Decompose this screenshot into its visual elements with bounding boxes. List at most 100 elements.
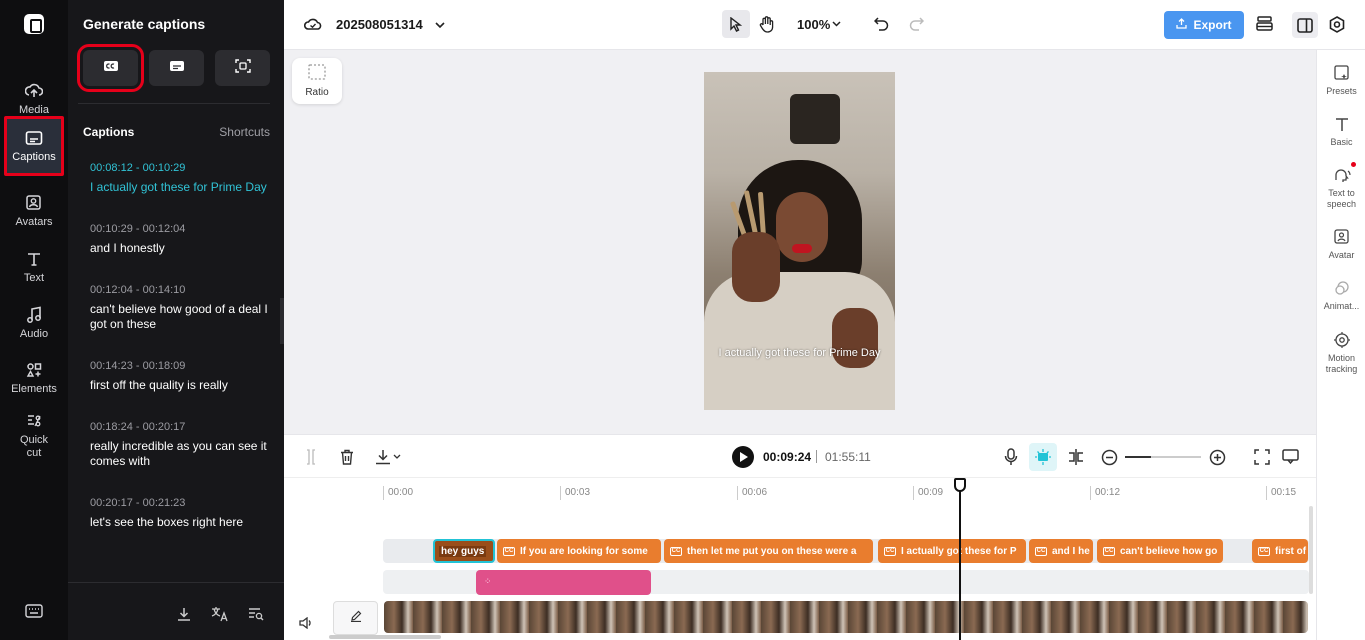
rail-item-audio[interactable]: Audio xyxy=(4,296,64,350)
rp-item-text-to-speech[interactable]: Text to speech xyxy=(1317,162,1365,210)
ruler-label: 00:03 xyxy=(560,486,590,500)
caption-text[interactable]: and I honestly xyxy=(90,241,270,256)
rp-item-animation[interactable]: Animat... xyxy=(1317,278,1365,312)
caption-time: 00:10:29 - 00:12:04 xyxy=(90,223,186,235)
caption-clip[interactable]: CC and I he xyxy=(1029,539,1093,563)
volume-icon[interactable] xyxy=(299,616,313,634)
select-tool-button[interactable] xyxy=(722,10,750,38)
zoom-in-icon[interactable] xyxy=(1208,448,1226,466)
auto-captions-button[interactable] xyxy=(77,44,144,92)
avatar-icon xyxy=(25,194,43,212)
caption-clip[interactable]: CC can't believe how go xyxy=(1097,539,1223,563)
rail-item-elements[interactable]: Elements xyxy=(4,351,64,405)
caption-clip[interactable]: CC If you are looking for some xyxy=(497,539,661,563)
fullscreen-icon[interactable] xyxy=(1253,448,1271,466)
zoom-chevron-icon[interactable] xyxy=(831,20,841,28)
panel-divider xyxy=(78,103,270,104)
keyboard-icon[interactable] xyxy=(25,604,43,618)
rail-item-quick-cut[interactable]: Quick cut xyxy=(4,408,64,464)
rp-item-motion-tracking[interactable]: Motion tracking xyxy=(1317,330,1365,375)
video-subtitle[interactable]: I actually got these for Prime Day xyxy=(714,348,885,359)
caption-item[interactable]: 00:10:29 - 00:12:04 and I honestly xyxy=(90,223,270,256)
download-menu-icon[interactable] xyxy=(374,448,402,465)
ratio-button[interactable]: Ratio xyxy=(292,58,342,104)
caption-item[interactable]: 00:20:17 - 00:21:23 let's see the boxes … xyxy=(90,497,270,530)
rail-label-media: Media xyxy=(19,103,49,116)
caption-item[interactable]: 00:14:23 - 00:18:09 first off the qualit… xyxy=(90,360,270,393)
rp-item-avatar[interactable]: Avatar xyxy=(1317,227,1365,261)
tab-captions[interactable]: Captions xyxy=(83,125,134,139)
rail-item-text[interactable]: Text xyxy=(4,240,64,294)
split-icon[interactable] xyxy=(303,449,319,465)
redo-icon[interactable] xyxy=(908,16,924,32)
right-panel: Presets Basic Text to speech Avatar Anim… xyxy=(1316,50,1365,640)
app-root: Media Captions Avatars Text Audio Elemen… xyxy=(0,0,1365,640)
caption-clip-label: and I he xyxy=(1052,545,1090,557)
play-button[interactable] xyxy=(732,446,754,468)
elements-icon xyxy=(25,361,43,379)
cloud-icon[interactable] xyxy=(304,16,322,32)
export-button[interactable]: Export xyxy=(1164,11,1244,39)
time-separator xyxy=(816,450,817,463)
zoom-out-icon[interactable] xyxy=(1100,448,1118,466)
effect-clip[interactable]: ⁘ xyxy=(476,570,651,595)
comment-icon[interactable] xyxy=(1281,448,1299,466)
ruler-label: 00:00 xyxy=(383,486,413,500)
playhead-handle[interactable] xyxy=(954,478,966,492)
music-note-icon xyxy=(25,306,43,324)
caption-text[interactable]: can't believe how good of a deal I got o… xyxy=(90,302,270,332)
caption-item[interactable]: 00:12:04 - 00:14:10 can't believe how go… xyxy=(90,284,270,332)
rail-item-captions[interactable]: Captions xyxy=(4,116,64,176)
delete-icon[interactable] xyxy=(339,448,355,465)
rp-item-presets[interactable]: Presets xyxy=(1317,63,1365,97)
timeline-horizontal-scrollbar[interactable] xyxy=(329,635,441,639)
caption-item[interactable]: 00:18:24 - 00:20:17 really incredible as… xyxy=(90,421,270,469)
caption-clip[interactable]: hey guys xyxy=(433,539,495,563)
zoom-slider[interactable] xyxy=(1125,456,1201,458)
video-preview[interactable]: I actually got these for Prime Day xyxy=(704,72,895,410)
timeline[interactable]: 00:00 00:03 00:06 00:09 00:12 00:15 hey … xyxy=(284,478,1316,640)
magnet-snap-icon xyxy=(1034,448,1052,466)
caption-text[interactable]: first off the quality is really xyxy=(90,378,270,393)
caption-clip[interactable]: CC first of xyxy=(1252,539,1308,563)
video-track-clip[interactable] xyxy=(384,601,1308,633)
cc-icon: CC xyxy=(884,546,896,556)
cc-icon xyxy=(103,59,119,77)
caption-time: 00:14:23 - 00:18:09 xyxy=(90,360,186,372)
hand-icon[interactable] xyxy=(758,15,776,33)
playhead[interactable] xyxy=(959,478,961,640)
text-basic-icon xyxy=(1332,114,1352,134)
tab-shortcuts[interactable]: Shortcuts xyxy=(219,125,270,139)
layout-toggle-icon[interactable] xyxy=(1292,12,1318,38)
project-name[interactable]: 202508051314 xyxy=(336,17,423,32)
zoom-level[interactable]: 100% xyxy=(797,17,830,32)
undo-icon[interactable] xyxy=(873,16,889,32)
snap-toggle[interactable] xyxy=(1029,443,1057,471)
video-frame-hand xyxy=(732,232,780,302)
split-screen-icon[interactable] xyxy=(1067,448,1085,466)
caption-item[interactable]: 00:08:12 - 00:10:29 I actually got these… xyxy=(90,162,270,195)
total-duration: 01:55:11 xyxy=(825,450,871,464)
app-logo[interactable] xyxy=(24,14,44,34)
scan-captions-button[interactable] xyxy=(215,50,270,86)
translate-icon[interactable] xyxy=(211,605,229,623)
rp-item-basic[interactable]: Basic xyxy=(1317,114,1365,148)
chevron-down-icon[interactable] xyxy=(434,19,446,31)
search-list-icon[interactable] xyxy=(247,605,265,623)
caption-clip[interactable]: CC I actually got these for P xyxy=(878,539,1026,563)
timeline-toolbar: 00:09:24 01:55:11 xyxy=(284,434,1316,478)
rail-item-avatars[interactable]: Avatars xyxy=(4,184,64,238)
settings-icon[interactable] xyxy=(1328,15,1346,33)
timeline-vertical-scrollbar[interactable] xyxy=(1309,506,1313,594)
ruler-label: 00:06 xyxy=(737,486,767,500)
subtitle-file-button[interactable] xyxy=(149,50,204,86)
microphone-icon[interactable] xyxy=(1002,447,1020,467)
download-icon[interactable] xyxy=(175,605,193,623)
caption-text[interactable]: I actually got these for Prime Day xyxy=(90,180,270,195)
caption-text[interactable]: really incredible as you can see it come… xyxy=(90,439,270,469)
cover-edit-button[interactable] xyxy=(333,601,378,635)
caption-text[interactable]: let's see the boxes right here xyxy=(90,515,270,530)
caption-clip[interactable]: CC then let me put you on these were a xyxy=(664,539,873,563)
stack-icon[interactable] xyxy=(1255,15,1273,33)
cc-icon: CC xyxy=(670,546,682,556)
